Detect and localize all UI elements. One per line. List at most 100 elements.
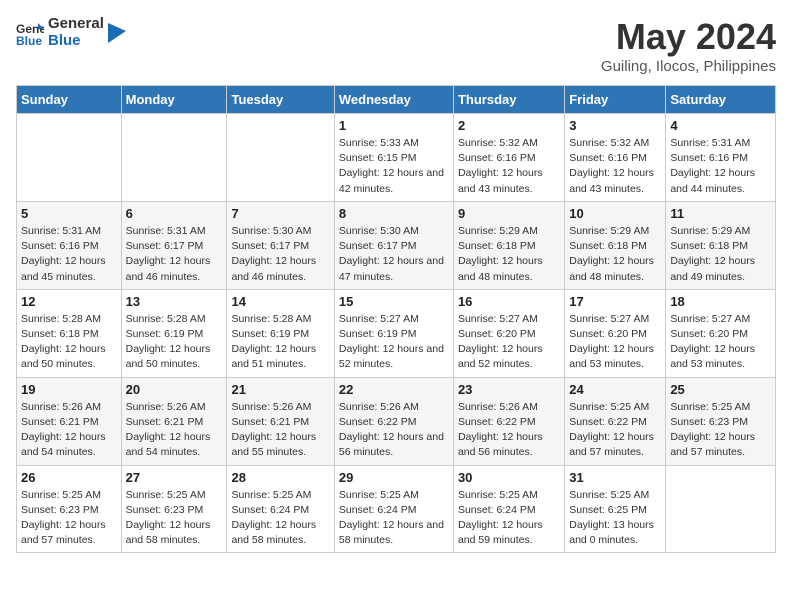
day-number: 22	[339, 382, 449, 397]
day-info: Sunrise: 5:32 AM Sunset: 6:16 PM Dayligh…	[569, 136, 661, 197]
day-info: Sunrise: 5:25 AM Sunset: 6:24 PM Dayligh…	[339, 488, 449, 549]
calendar-cell	[666, 465, 776, 553]
day-info: Sunrise: 5:27 AM Sunset: 6:19 PM Dayligh…	[339, 312, 449, 373]
day-info: Sunrise: 5:33 AM Sunset: 6:15 PM Dayligh…	[339, 136, 449, 197]
calendar-cell	[227, 114, 334, 202]
calendar-cell	[17, 114, 122, 202]
calendar-week-2: 5 Sunrise: 5:31 AM Sunset: 6:16 PM Daylig…	[17, 201, 776, 289]
day-number: 3	[569, 118, 661, 133]
calendar-cell: 7 Sunrise: 5:30 AM Sunset: 6:17 PM Daylig…	[227, 201, 334, 289]
calendar-cell: 2Sunrise: 5:32 AM Sunset: 6:16 PM Daylig…	[453, 114, 564, 202]
day-number: 29	[339, 470, 449, 485]
day-number: 23	[458, 382, 560, 397]
day-number: 13	[126, 294, 223, 309]
calendar-cell: 6 Sunrise: 5:31 AM Sunset: 6:17 PM Daylig…	[121, 201, 227, 289]
calendar-cell: 15 Sunrise: 5:27 AM Sunset: 6:19 PM Dayli…	[334, 289, 453, 377]
calendar-cell: 8Sunrise: 5:30 AM Sunset: 6:17 PM Daylig…	[334, 201, 453, 289]
calendar-week-1: 1 Sunrise: 5:33 AM Sunset: 6:15 PM Daylig…	[17, 114, 776, 202]
calendar-cell: 5 Sunrise: 5:31 AM Sunset: 6:16 PM Daylig…	[17, 201, 122, 289]
calendar-cell: 29 Sunrise: 5:25 AM Sunset: 6:24 PM Dayli…	[334, 465, 453, 553]
day-number: 12	[21, 294, 117, 309]
title-block: May 2024 Guiling, Ilocos, Philippines	[601, 16, 776, 75]
day-number: 14	[231, 294, 329, 309]
day-info: Sunrise: 5:26 AM Sunset: 6:21 PM Dayligh…	[126, 400, 223, 461]
calendar-cell: 18Sunrise: 5:27 AM Sunset: 6:20 PM Dayli…	[666, 289, 776, 377]
calendar-cell: 14 Sunrise: 5:28 AM Sunset: 6:19 PM Dayli…	[227, 289, 334, 377]
day-number: 19	[21, 382, 117, 397]
logo-icon: General Blue	[16, 19, 44, 47]
svg-text:Blue: Blue	[16, 34, 42, 47]
calendar-cell: 24Sunrise: 5:25 AM Sunset: 6:22 PM Dayli…	[565, 377, 666, 465]
day-number: 7	[231, 206, 329, 221]
page-title: May 2024	[601, 16, 776, 58]
day-number: 11	[670, 206, 771, 221]
calendar-cell: 22 Sunrise: 5:26 AM Sunset: 6:22 PM Dayli…	[334, 377, 453, 465]
day-info: Sunrise: 5:32 AM Sunset: 6:16 PM Dayligh…	[458, 136, 560, 197]
day-info: Sunrise: 5:25 AM Sunset: 6:25 PM Dayligh…	[569, 488, 661, 549]
calendar-week-4: 19 Sunrise: 5:26 AM Sunset: 6:21 PM Dayli…	[17, 377, 776, 465]
logo-blue: Blue	[48, 33, 104, 50]
day-number: 26	[21, 470, 117, 485]
header-wednesday: Wednesday	[334, 86, 453, 114]
calendar-week-3: 12 Sunrise: 5:28 AM Sunset: 6:18 PM Dayli…	[17, 289, 776, 377]
header-sunday: Sunday	[17, 86, 122, 114]
logo-triangle-icon	[108, 23, 126, 43]
day-number: 6	[126, 206, 223, 221]
day-number: 10	[569, 206, 661, 221]
day-number: 8	[339, 206, 449, 221]
day-info: Sunrise: 5:26 AM Sunset: 6:22 PM Dayligh…	[339, 400, 449, 461]
header-saturday: Saturday	[666, 86, 776, 114]
day-number: 9	[458, 206, 560, 221]
calendar-week-5: 26 Sunrise: 5:25 AM Sunset: 6:23 PM Dayli…	[17, 465, 776, 553]
day-number: 16	[458, 294, 560, 309]
calendar-cell: 13 Sunrise: 5:28 AM Sunset: 6:19 PM Dayli…	[121, 289, 227, 377]
calendar-cell: 20 Sunrise: 5:26 AM Sunset: 6:21 PM Dayli…	[121, 377, 227, 465]
day-info: Sunrise: 5:29 AM Sunset: 6:18 PM Dayligh…	[670, 224, 771, 285]
day-info: Sunrise: 5:31 AM Sunset: 6:17 PM Dayligh…	[126, 224, 223, 285]
day-number: 20	[126, 382, 223, 397]
day-info: Sunrise: 5:26 AM Sunset: 6:22 PM Dayligh…	[458, 400, 560, 461]
page-subtitle: Guiling, Ilocos, Philippines	[601, 58, 776, 75]
day-info: Sunrise: 5:27 AM Sunset: 6:20 PM Dayligh…	[569, 312, 661, 373]
day-number: 31	[569, 470, 661, 485]
calendar-cell: 10 Sunrise: 5:29 AM Sunset: 6:18 PM Dayli…	[565, 201, 666, 289]
calendar-cell: 17 Sunrise: 5:27 AM Sunset: 6:20 PM Dayli…	[565, 289, 666, 377]
day-info: Sunrise: 5:25 AM Sunset: 6:23 PM Dayligh…	[21, 488, 117, 549]
day-info: Sunrise: 5:31 AM Sunset: 6:16 PM Dayligh…	[21, 224, 117, 285]
calendar-cell: 31 Sunrise: 5:25 AM Sunset: 6:25 PM Dayli…	[565, 465, 666, 553]
day-info: Sunrise: 5:31 AM Sunset: 6:16 PM Dayligh…	[670, 136, 771, 197]
day-number: 28	[231, 470, 329, 485]
logo-general: General	[48, 16, 104, 33]
day-info: Sunrise: 5:25 AM Sunset: 6:24 PM Dayligh…	[231, 488, 329, 549]
day-info: Sunrise: 5:28 AM Sunset: 6:19 PM Dayligh…	[126, 312, 223, 373]
day-info: Sunrise: 5:29 AM Sunset: 6:18 PM Dayligh…	[569, 224, 661, 285]
header-tuesday: Tuesday	[227, 86, 334, 114]
day-info: Sunrise: 5:28 AM Sunset: 6:18 PM Dayligh…	[21, 312, 117, 373]
header-thursday: Thursday	[453, 86, 564, 114]
header-friday: Friday	[565, 86, 666, 114]
day-number: 21	[231, 382, 329, 397]
calendar-cell: 23 Sunrise: 5:26 AM Sunset: 6:22 PM Dayli…	[453, 377, 564, 465]
day-number: 1	[339, 118, 449, 133]
calendar-cell: 21 Sunrise: 5:26 AM Sunset: 6:21 PM Dayli…	[227, 377, 334, 465]
day-number: 15	[339, 294, 449, 309]
day-info: Sunrise: 5:25 AM Sunset: 6:23 PM Dayligh…	[126, 488, 223, 549]
calendar-cell: 28 Sunrise: 5:25 AM Sunset: 6:24 PM Dayli…	[227, 465, 334, 553]
day-info: Sunrise: 5:25 AM Sunset: 6:24 PM Dayligh…	[458, 488, 560, 549]
calendar-cell: 27Sunrise: 5:25 AM Sunset: 6:23 PM Dayli…	[121, 465, 227, 553]
day-info: Sunrise: 5:26 AM Sunset: 6:21 PM Dayligh…	[21, 400, 117, 461]
day-number: 30	[458, 470, 560, 485]
day-number: 17	[569, 294, 661, 309]
header: General Blue General Blue May 2024 Guili…	[16, 16, 776, 75]
calendar-cell: 9 Sunrise: 5:29 AM Sunset: 6:18 PM Daylig…	[453, 201, 564, 289]
calendar-cell: 1 Sunrise: 5:33 AM Sunset: 6:15 PM Daylig…	[334, 114, 453, 202]
day-info: Sunrise: 5:28 AM Sunset: 6:19 PM Dayligh…	[231, 312, 329, 373]
day-number: 18	[670, 294, 771, 309]
calendar-table: Sunday Monday Tuesday Wednesday Thursday…	[16, 85, 776, 553]
day-info: Sunrise: 5:27 AM Sunset: 6:20 PM Dayligh…	[458, 312, 560, 373]
day-info: Sunrise: 5:30 AM Sunset: 6:17 PM Dayligh…	[231, 224, 329, 285]
calendar-cell: 12 Sunrise: 5:28 AM Sunset: 6:18 PM Dayli…	[17, 289, 122, 377]
day-info: Sunrise: 5:26 AM Sunset: 6:21 PM Dayligh…	[231, 400, 329, 461]
day-info: Sunrise: 5:29 AM Sunset: 6:18 PM Dayligh…	[458, 224, 560, 285]
day-number: 5	[21, 206, 117, 221]
